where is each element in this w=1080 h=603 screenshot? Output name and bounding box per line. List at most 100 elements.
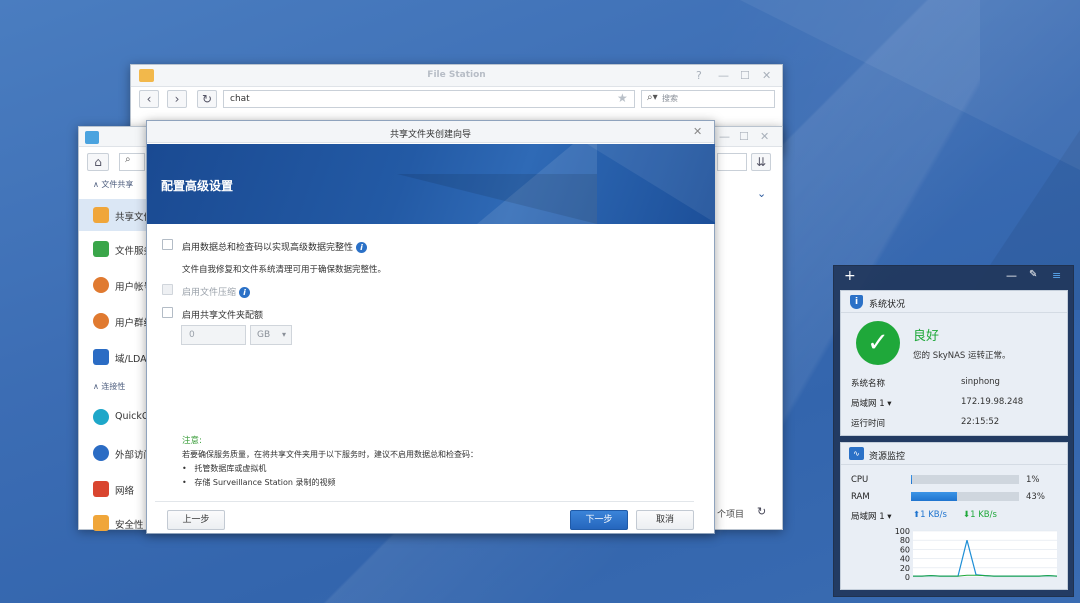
- help-icon[interactable]: ?: [696, 69, 702, 82]
- forward-arrow-icon[interactable]: ›: [167, 90, 187, 108]
- resource-monitor-widget[interactable]: ∿ 资源监控 CPU 1% RAM 43% 局域网 1 ▾ ⬆1 KB/s ⬇1…: [840, 442, 1068, 590]
- server-name-value: sinphong: [961, 377, 1000, 387]
- add-widget-icon[interactable]: +: [844, 268, 856, 284]
- quickconnect-icon: [93, 409, 109, 425]
- cp-refresh-icon[interactable]: ↻: [757, 505, 766, 518]
- cp-search-icon: ⌕: [125, 154, 131, 165]
- uptime-label: 运行时间: [851, 419, 886, 429]
- chart-tick-label: 80: [900, 536, 910, 545]
- health-message: 您的 SkyNAS 运转正常。: [913, 351, 1011, 361]
- wizard-title: 共享文件夹创建向导: [389, 130, 471, 140]
- quota-value-input[interactable]: 0: [181, 325, 246, 345]
- system-health-header: i 系统状况: [841, 291, 1067, 313]
- cp-maximize-icon[interactable]: ☐: [739, 130, 749, 143]
- sort-icon[interactable]: ⇊: [751, 153, 771, 171]
- sidebar-item-user[interactable]: 用户帐号: [79, 269, 153, 301]
- group-icon: [93, 313, 109, 329]
- items-count: 个项目: [717, 510, 745, 520]
- widgets-settings-icon[interactable]: ≡: [1052, 269, 1061, 282]
- cp-filter-input[interactable]: [717, 153, 747, 171]
- pin-icon[interactable]: ✎: [1029, 269, 1037, 280]
- sidebar-item-quickconnect[interactable]: QuickC: [79, 401, 149, 433]
- dropdown-arrow-icon: ▾: [281, 330, 286, 339]
- file-services-icon: [93, 241, 109, 257]
- resource-monitor-header: ∿ 资源监控: [841, 443, 1067, 465]
- wizard-step-heading: 配置高级设置: [161, 179, 234, 193]
- note-text: 若要确保服务质量，在将共享文件夹用于以下服务时，建议不启用数据总和检查码：: [182, 450, 478, 459]
- sidebar-item-shared-folder[interactable]: 共享文件: [79, 199, 153, 231]
- quota-unit-select[interactable]: GB ▾: [250, 325, 292, 345]
- widgets-panel[interactable]: + — ✎ ≡ i 系统状况 ✓ 良好 您的 SkyNAS 运转正常。 系统名称…: [833, 265, 1074, 597]
- cp-close-icon[interactable]: ✕: [760, 130, 769, 143]
- checksum-label: 启用数据总和检查码以实现高级数据完整性 i: [182, 240, 368, 253]
- cpu-bar-fill: [911, 475, 913, 484]
- refresh-icon[interactable]: ↻: [197, 90, 217, 108]
- ram-bar: [911, 492, 1019, 501]
- cpu-value: 1%: [1026, 475, 1040, 485]
- note-item: • 存储 Surveillance Station 录制的视频: [182, 478, 336, 487]
- back-arrow-icon[interactable]: ‹: [139, 90, 159, 108]
- widgets-minimize-icon[interactable]: —: [1006, 269, 1017, 282]
- lan-selector[interactable]: 局域网 1 ▾: [851, 397, 892, 409]
- minimize-icon[interactable]: —: [718, 69, 729, 82]
- cpu-bar: [911, 475, 1019, 484]
- cp-minimize-icon[interactable]: —: [719, 130, 730, 143]
- cp-search-input[interactable]: [119, 153, 145, 171]
- note-item: • 托管数据库或虚拟机: [182, 464, 267, 473]
- wizard-header-banner: 配置高级设置: [147, 144, 715, 224]
- monitor-icon: ∿: [849, 447, 864, 460]
- close-icon[interactable]: ✕: [762, 69, 771, 82]
- path-input[interactable]: chat: [223, 90, 635, 108]
- upload-rate: ⬆1 KB/s: [913, 510, 947, 520]
- sidebar-item-file-services[interactable]: 文件服务: [79, 233, 153, 265]
- domain-icon: [93, 349, 109, 365]
- monitor-lan-selector[interactable]: 局域网 1 ▾: [851, 510, 892, 522]
- compression-info-icon[interactable]: i: [239, 287, 251, 298]
- system-health-widget[interactable]: i 系统状况 ✓ 良好 您的 SkyNAS 运转正常。 系统名称 sinphon…: [840, 290, 1068, 436]
- search-input[interactable]: 搜索: [641, 90, 775, 108]
- control-panel-app-icon: [85, 131, 99, 144]
- file-station-titlebar[interactable]: File Station ? — ☐ ✕: [131, 65, 782, 87]
- sidebar-item-network[interactable]: 网络: [79, 473, 149, 505]
- chart-tick-label: 40: [900, 555, 910, 564]
- info-shield-icon: i: [850, 295, 863, 309]
- back-button[interactable]: 上一步: [167, 510, 225, 530]
- sidebar-item-security[interactable]: 安全性: [79, 507, 149, 539]
- home-icon[interactable]: ⌂: [87, 153, 109, 171]
- checksum-info-icon[interactable]: i: [356, 242, 368, 253]
- note-label: 注意:: [182, 436, 202, 446]
- quota-checkbox[interactable]: [162, 307, 173, 318]
- shared-folder-icon: [93, 207, 109, 223]
- wizard-close-icon[interactable]: ✕: [693, 125, 702, 138]
- sidebar-item-external-access[interactable]: 外部访问: [79, 437, 153, 469]
- sidebar-item-group[interactable]: 用户群组: [79, 305, 153, 337]
- section-file-sharing[interactable]: ∧ 文件共享: [93, 179, 133, 190]
- server-name-label: 系统名称: [851, 379, 886, 389]
- ram-label: RAM: [851, 492, 870, 502]
- ram-value: 43%: [1026, 492, 1045, 502]
- uptime-value: 22:15:52: [961, 417, 1000, 427]
- maximize-icon[interactable]: ☐: [740, 69, 750, 82]
- checksum-description: 文件自我修复和文件系统清理可用于确保数据完整性。: [182, 265, 387, 275]
- lan-ip-value: 172.19.98.248: [961, 397, 1024, 407]
- wizard-titlebar[interactable]: 共享文件夹创建向导 ✕: [147, 121, 714, 143]
- expand-chevron-icon[interactable]: ⌄: [757, 187, 766, 200]
- network-chart: 100806040200: [895, 527, 1058, 582]
- security-icon: [93, 515, 109, 531]
- home-network-icon: [93, 481, 109, 497]
- chart-tick-label: 20: [900, 564, 910, 573]
- bookmark-star-icon[interactable]: ★: [617, 91, 628, 105]
- ram-bar-fill: [911, 492, 958, 501]
- compression-label: 启用文件压缩 i: [182, 285, 251, 298]
- section-connectivity[interactable]: ∧ 连接性: [93, 381, 125, 392]
- checksum-checkbox[interactable]: [162, 239, 173, 250]
- shared-folder-wizard[interactable]: 共享文件夹创建向导 ✕ 配置高级设置 启用数据总和检查码以实现高级数据完整性 i …: [146, 120, 715, 534]
- health-status: 良好: [913, 329, 940, 344]
- next-button[interactable]: 下一步: [570, 510, 628, 530]
- file-station-title: File Station: [427, 70, 486, 80]
- cancel-button[interactable]: 取消: [636, 510, 694, 530]
- sidebar-item-domain[interactable]: 域/LDAP: [79, 341, 152, 373]
- globe-icon: [93, 445, 109, 461]
- download-rate: ⬇1 KB/s: [963, 510, 997, 520]
- compression-checkbox[interactable]: [162, 284, 173, 295]
